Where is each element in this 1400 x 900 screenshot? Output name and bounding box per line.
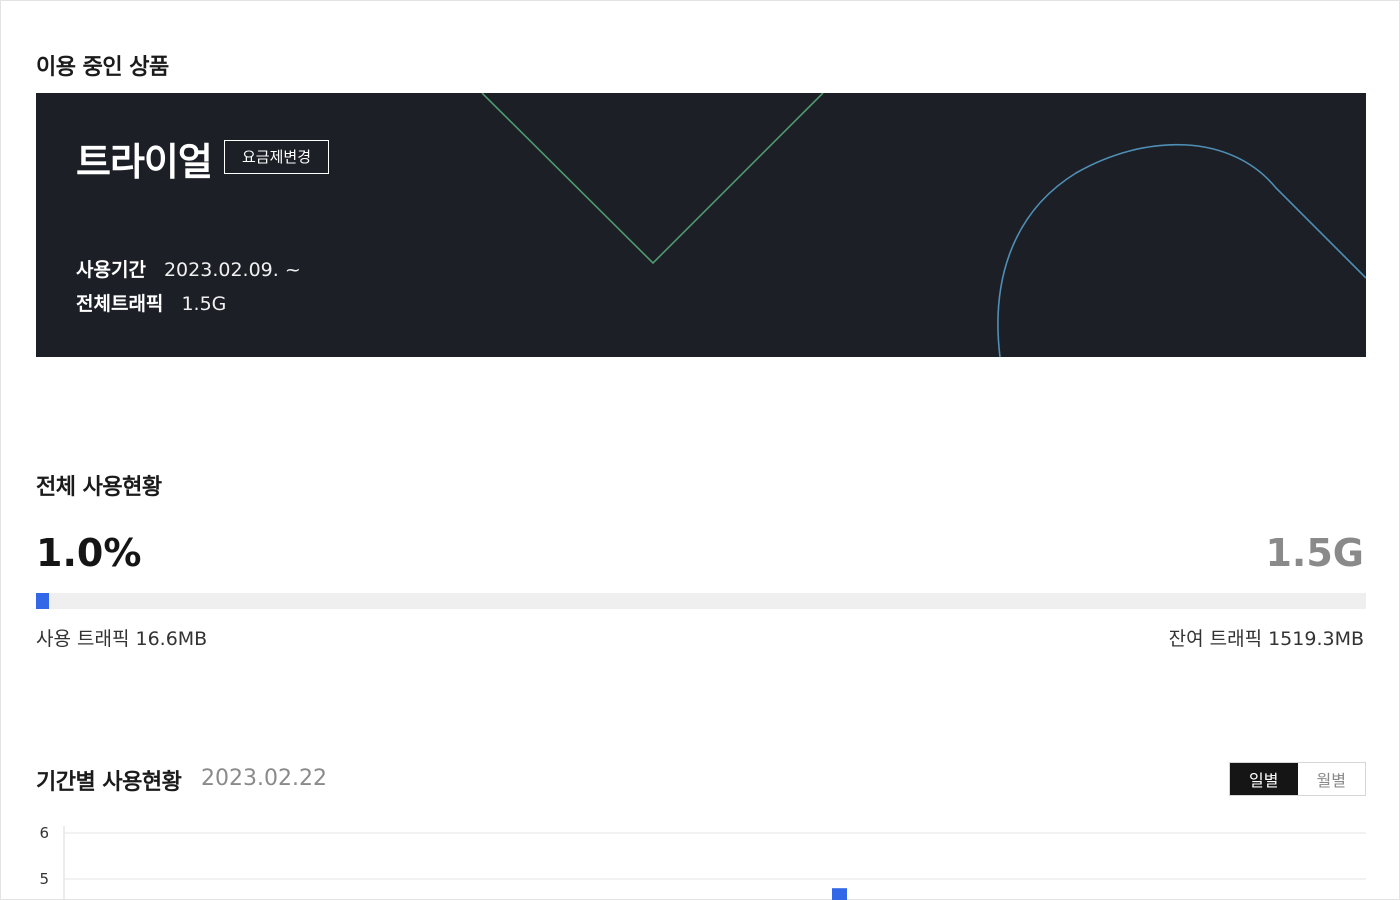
chart-y-tick-label: 6	[39, 824, 49, 842]
change-plan-button[interactable]: 요금제변경	[224, 140, 330, 174]
plan-period-row: 사용기간 2023.02.09. ~	[76, 255, 301, 282]
period-toggle: 일별 월별	[1229, 762, 1366, 796]
chart-y-tick-label: 5	[39, 870, 49, 888]
daily-toggle-button[interactable]: 일별	[1230, 763, 1298, 795]
plan-traffic-row: 전체트래픽 1.5G	[76, 289, 226, 316]
plan-traffic-label: 전체트래픽	[76, 293, 164, 315]
usage-page: 이용 중인 상품 트라이얼 요금제변경 사용기간 2023.02.09. ~ 전…	[0, 0, 1400, 900]
plan-name: 트라이얼	[76, 140, 213, 184]
overall-usage-title: 전체 사용현황	[36, 475, 162, 500]
usage-total: 1.5G	[1265, 531, 1364, 575]
plan-period-value: 2023.02.09. ~	[163, 259, 301, 281]
used-traffic: 사용 트래픽 16.6MB	[36, 628, 208, 650]
plan-card: 트라이얼 요금제변경 사용기간 2023.02.09. ~ 전체트래픽 1.5G	[36, 93, 1366, 357]
remaining-traffic: 잔여 트래픽 1519.3MB	[1168, 628, 1364, 650]
usage-percent: 1.0%	[36, 531, 142, 575]
plan-period-label: 사용기간	[76, 259, 146, 281]
usage-progress-fill	[36, 593, 50, 609]
current-plan-title: 이용 중인 상품	[36, 55, 169, 80]
period-usage-chart: 65	[39, 824, 1366, 900]
plan-traffic-value: 1.5G	[181, 293, 227, 315]
period-usage-title: 기간별 사용현황	[36, 770, 182, 795]
monthly-toggle-button[interactable]: 월별	[1297, 763, 1365, 795]
plan-card-decoration	[481, 93, 1366, 357]
usage-progress-bar	[36, 593, 1366, 609]
chart-bar[interactable]	[832, 888, 847, 900]
period-usage-date: 2023.02.22	[201, 766, 327, 791]
